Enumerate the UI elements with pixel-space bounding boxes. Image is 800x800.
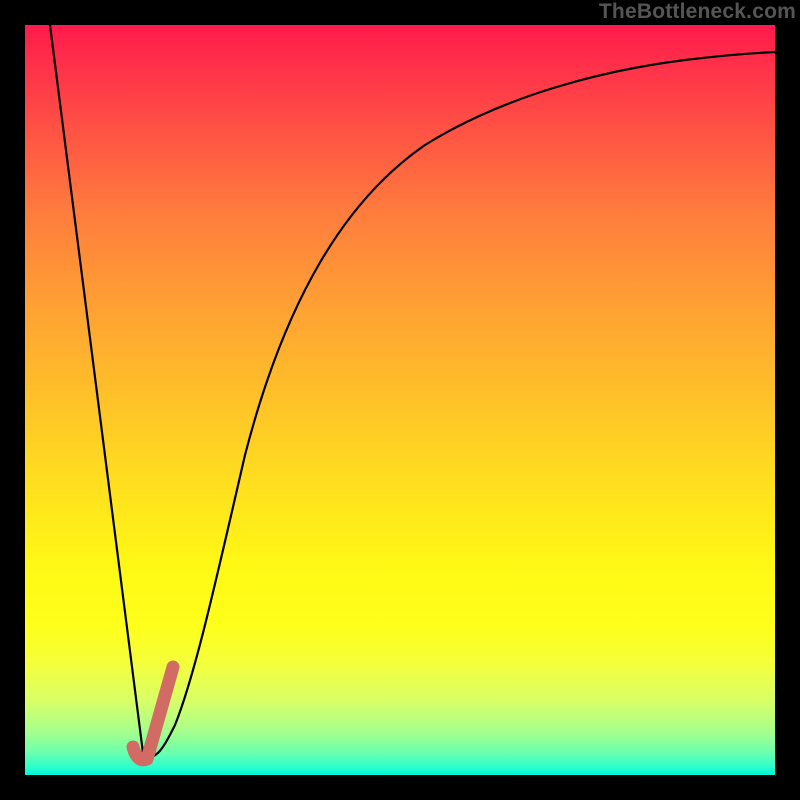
curve-layer — [25, 25, 775, 775]
plot-area — [25, 25, 775, 775]
chart-container: TheBottleneck.com — [0, 0, 800, 800]
watermark-text: TheBottleneck.com — [599, 0, 796, 24]
curve-black — [50, 25, 775, 757]
